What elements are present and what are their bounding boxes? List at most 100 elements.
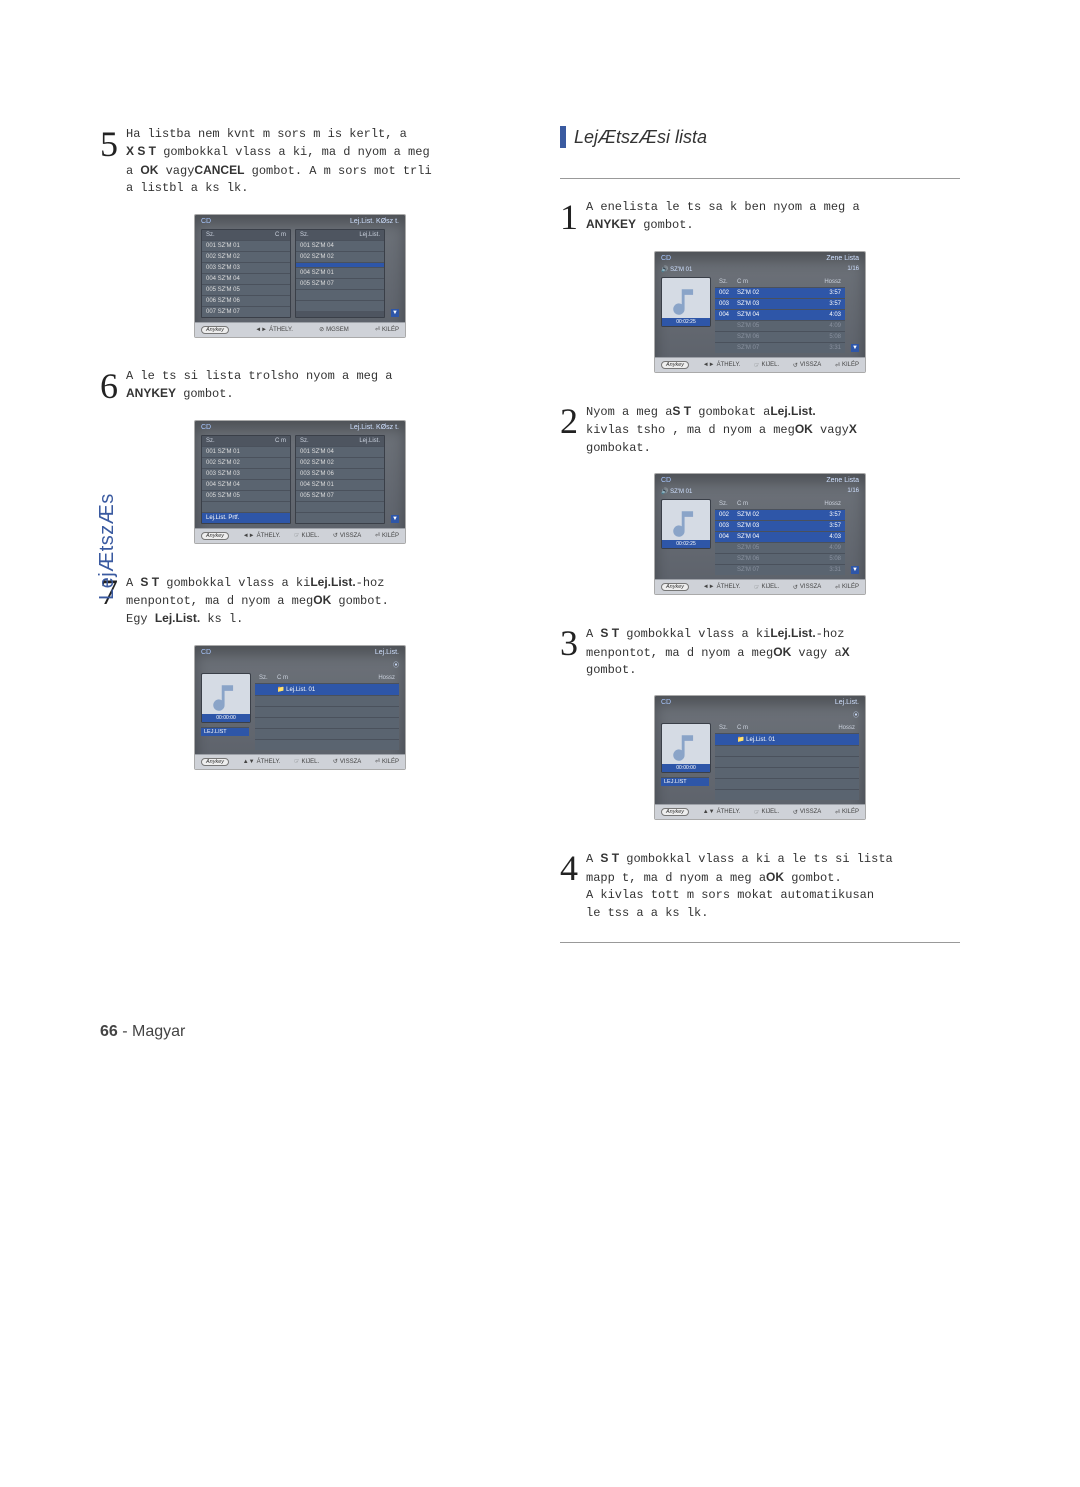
txt: -hoz: [816, 627, 845, 641]
list-item[interactable]: 001 SZ'M 01: [202, 446, 290, 457]
list-item[interactable]: SZ'M 073:31: [715, 564, 845, 575]
list-item[interactable]: 004SZ'M 044:03: [715, 309, 845, 320]
screenshot-dual-2: CD Lej.List. KØsz t. Sz.C m 001 SZ'M 01 …: [194, 420, 406, 544]
list-item[interactable]: 003 SZ'M 03: [202, 468, 290, 479]
list-item[interactable]: SZ'M 054:09: [715, 320, 845, 331]
list-item[interactable]: 002 SZ'M 02: [202, 251, 290, 262]
hdr: C m: [277, 675, 378, 681]
footer-back: ↺VISSZA: [793, 362, 821, 369]
music-note-icon: [669, 507, 703, 541]
list-item[interactable]: 004 SZ'M 01: [296, 267, 384, 278]
txt: A: [586, 627, 600, 641]
screenshot-dual-1: CD Lej.List. KØsz t. Sz.C m 001 SZ'M 01 …: [194, 214, 406, 338]
txt: CANCEL: [194, 163, 244, 177]
hdr: Hossz: [378, 675, 395, 681]
list-item[interactable]: 006 SZ'M 06: [202, 295, 290, 306]
txt: gombokkal vlass a ki: [619, 627, 770, 641]
list-item[interactable]: SZ'M 065:08: [715, 331, 845, 342]
heading-bar-icon: [560, 126, 566, 148]
txt: OK: [313, 593, 331, 607]
shot-cd-label: CD: [661, 255, 671, 262]
list-item[interactable]: 005 SZ'M 05: [202, 284, 290, 295]
list-item[interactable]: 004 SZ'M 04: [202, 273, 290, 284]
txt: a listbl a ks lk.: [126, 181, 248, 195]
hdr: Sz.: [300, 438, 309, 444]
playback-time: 00:02:25: [662, 540, 710, 548]
txt: Ha listba nem kvnt m sors m is kerlt, a: [126, 127, 407, 141]
sidebar-item[interactable]: LEJ.LIST: [201, 727, 249, 736]
footer-back: ↺VISSZA: [793, 809, 821, 816]
list-item[interactable]: 005 SZ'M 07: [296, 490, 384, 501]
list-item[interactable]: 003SZ'M 033:57: [715, 298, 845, 309]
txt: OK: [766, 870, 784, 884]
txt: X S T: [126, 144, 156, 158]
counter: 1/16: [847, 488, 859, 495]
list-item[interactable]: 004 SZ'M 04: [202, 479, 290, 490]
list-item: .: [296, 289, 384, 300]
page-number: 66 - Magyar: [100, 1023, 980, 1041]
list-item[interactable]: 005 SZ'M 05: [202, 490, 290, 501]
step-6-number: 6: [100, 368, 118, 404]
scroll-down-icon[interactable]: ▼: [851, 566, 859, 574]
list-item[interactable]: 007 SZ'M 07: [202, 306, 290, 317]
anykey-button[interactable]: Anykey: [661, 583, 689, 591]
txt: gombot.: [636, 218, 694, 232]
step-4: 4 A S T gombokkal vlass a ki a le ts si …: [560, 850, 960, 922]
list-item[interactable]: 004 SZ'M 01: [296, 479, 384, 490]
scroll-down-icon[interactable]: ▼: [391, 309, 399, 317]
list-item[interactable]: 003 SZ'M 03: [202, 262, 290, 273]
list-item[interactable]: 002SZ'M 023:57: [715, 287, 845, 298]
list-item[interactable]: 005 SZ'M 07: [296, 278, 384, 289]
scroll-down-icon[interactable]: ▼: [851, 344, 859, 352]
list-item[interactable]: 001 SZ'M 01: [202, 240, 290, 251]
list-item[interactable]: 002SZ'M 023:57: [715, 509, 845, 520]
side-vertical-label: LejÆtszÆs: [96, 493, 119, 600]
hdr: Sz.: [300, 232, 309, 238]
list-item[interactable]: 002 SZ'M 02: [296, 457, 384, 468]
footer-exit: ⏎KILÉP: [835, 584, 859, 591]
hdr: Sz.: [206, 438, 215, 444]
list-item[interactable]: 002 SZ'M 02: [296, 251, 384, 262]
anykey-button[interactable]: Anykey: [661, 361, 689, 369]
list-item[interactable]: SZ'M 054:09: [715, 542, 845, 553]
list-item[interactable]: 003SZ'M 033:57: [715, 520, 845, 531]
txt: S T: [672, 404, 691, 418]
list-item-highlight[interactable]: Lej.List. Prtf.: [202, 512, 290, 523]
list-item[interactable]: SZ'M 073:31: [715, 342, 845, 353]
step-2-number: 2: [560, 403, 578, 439]
list-item[interactable]: 📁 Lej.List. 01: [715, 733, 859, 745]
step-3-text: A S T gombokkal vlass a kiLej.List.-hoz …: [586, 625, 960, 679]
list-item[interactable]: 001 SZ'M 04: [296, 240, 384, 251]
txt: A: [586, 852, 600, 866]
txt: X: [842, 645, 850, 659]
list-item[interactable]: 📁 Lej.List. 01: [255, 683, 399, 695]
footer-move: ◄►ÁTHELY.: [703, 584, 741, 590]
shot-left-panel: Sz. C m 001 SZ'M 01 002 SZ'M 02 003 SZ'M …: [201, 435, 291, 524]
thumbnail: 00:00:00: [201, 673, 251, 723]
list-item[interactable]: SZ'M 065:08: [715, 553, 845, 564]
shot-cd-label: CD: [201, 218, 211, 225]
list-item[interactable]: 004SZ'M 044:03: [715, 531, 845, 542]
divider: [560, 178, 960, 179]
music-note-icon: [209, 681, 243, 715]
txt: gombot.: [586, 663, 636, 677]
playlist-panel: Sz.C mHossz 📁 Lej.List. 01 ... ... ... .…: [255, 673, 399, 750]
anykey-button[interactable]: Anykey: [661, 808, 689, 816]
txt: S T: [600, 626, 619, 640]
txt: -hoz: [356, 576, 385, 590]
anykey-button[interactable]: Anykey: [201, 532, 229, 540]
footer-select: ☞KIJEL.: [294, 532, 319, 539]
list-item[interactable]: 001 SZ'M 04: [296, 446, 384, 457]
txt: gombokkal vlass a ki, ma d nyom a meg: [156, 145, 430, 159]
scroll-down-icon[interactable]: ▼: [391, 515, 399, 523]
hdr: C m: [275, 438, 286, 444]
footer-move: ◄►ÁTHELY.: [255, 327, 293, 333]
list-item: .: [296, 501, 384, 512]
list-item[interactable]: 002 SZ'M 02: [202, 457, 290, 468]
music-note-icon: [669, 731, 703, 765]
footer-select: ☞KIJEL.: [754, 362, 779, 369]
list-item[interactable]: 003 SZ'M 06: [296, 468, 384, 479]
anykey-button[interactable]: Anykey: [201, 326, 229, 334]
anykey-button[interactable]: Anykey: [201, 758, 229, 766]
sidebar-item[interactable]: LEJ.LIST: [661, 777, 709, 786]
